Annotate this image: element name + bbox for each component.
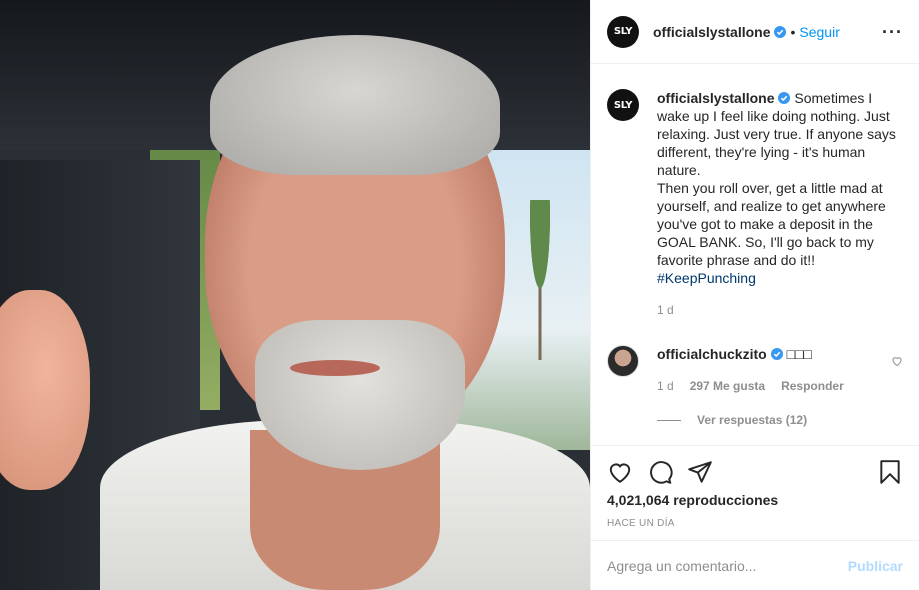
view-replies-button[interactable]: Ver respuestas (12) bbox=[657, 413, 903, 427]
caption: SLY officialslystallone Sometimes I wake… bbox=[607, 89, 903, 319]
comment-likes[interactable]: 297 Me gusta bbox=[690, 377, 765, 395]
heart-icon[interactable] bbox=[607, 459, 633, 485]
raised-fist bbox=[0, 290, 90, 490]
video-player[interactable] bbox=[0, 0, 590, 590]
verified-badge-icon bbox=[774, 25, 787, 38]
palm-tree bbox=[520, 200, 560, 360]
comments-area[interactable]: SLY officialslystallone Sometimes I wake… bbox=[591, 65, 919, 445]
comment-icon[interactable] bbox=[647, 459, 673, 485]
more-options-icon[interactable]: ··· bbox=[882, 23, 903, 41]
hashtag-link[interactable]: #KeepPunching bbox=[657, 270, 756, 286]
views-number: 4,021,064 bbox=[607, 492, 670, 508]
comment-like-heart-icon[interactable] bbox=[891, 355, 903, 367]
instagram-post: SLY officialslystallone • Seguir ··· SLY… bbox=[0, 0, 919, 590]
verified-badge-icon bbox=[778, 92, 791, 104]
comment-age: 1 d bbox=[657, 379, 674, 393]
caption-avatar[interactable]: SLY bbox=[607, 89, 639, 121]
share-icon[interactable] bbox=[687, 459, 713, 485]
caption-body: officialslystallone Sometimes I wake up … bbox=[657, 89, 903, 319]
commenter-username[interactable]: officialchuckzito bbox=[657, 346, 767, 362]
replies-line bbox=[657, 419, 681, 421]
views-label: reproducciones bbox=[673, 492, 779, 508]
caption-username[interactable]: officialslystallone bbox=[657, 90, 774, 106]
mouth bbox=[290, 360, 380, 376]
caption-age: 1 d bbox=[657, 303, 674, 317]
comment-meta: 1 d 297 Me gusta Responder bbox=[657, 377, 877, 395]
author-avatar[interactable]: SLY bbox=[607, 15, 639, 48]
post-header: SLY officialslystallone • Seguir ··· bbox=[591, 0, 919, 64]
add-comment-bar: Agrega un comentario... Publicar bbox=[591, 540, 919, 590]
views-count[interactable]: 4,021,064 reproducciones bbox=[607, 492, 903, 508]
comment-text: □□□ bbox=[786, 346, 812, 362]
follow-button[interactable]: Seguir bbox=[799, 24, 839, 40]
separator-dot: • bbox=[790, 23, 796, 40]
view-replies-label: Ver respuestas (12) bbox=[697, 413, 808, 427]
verified-badge-icon bbox=[770, 348, 783, 360]
reply-button[interactable]: Responder bbox=[781, 377, 844, 395]
bookmark-icon[interactable] bbox=[877, 459, 903, 485]
comment-input[interactable]: Agrega un comentario... bbox=[607, 558, 848, 574]
post-actions: 4,021,064 reproducciones HACE UN DÍA bbox=[591, 445, 919, 529]
gray-hair bbox=[210, 35, 500, 175]
commenter-avatar[interactable] bbox=[607, 345, 639, 377]
action-icons bbox=[607, 458, 903, 486]
comment-item: officialchuckzito □□□ 1 d 297 Me gusta R… bbox=[607, 345, 903, 395]
post-side-panel: SLY officialslystallone • Seguir ··· SLY… bbox=[590, 0, 919, 590]
caption-text: Sometimes I wake up I feel like doing no… bbox=[657, 90, 896, 268]
publish-button[interactable]: Publicar bbox=[848, 558, 903, 574]
post-timestamp[interactable]: HACE UN DÍA bbox=[607, 518, 903, 529]
author-username[interactable]: officialslystallone bbox=[653, 24, 770, 40]
gray-beard bbox=[255, 320, 465, 470]
comment-body: officialchuckzito □□□ 1 d 297 Me gusta R… bbox=[657, 345, 877, 395]
